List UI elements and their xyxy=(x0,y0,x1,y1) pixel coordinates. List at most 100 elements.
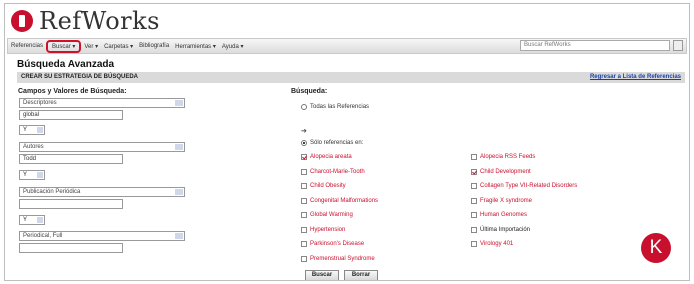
menu-folders-label: Carpetas xyxy=(104,43,129,50)
folder-label: Parkinson's Disease xyxy=(310,241,365,247)
operator-select-3-value: Y xyxy=(23,217,28,223)
field-select-1-value: Descriptores xyxy=(23,100,57,106)
chevron-down-icon xyxy=(175,233,183,239)
chevron-down-icon xyxy=(175,189,183,195)
menu-bar: Referencias Buscar ▾ Ver ▾ Carpetas ▾ Bi… xyxy=(7,38,687,54)
refworks-window: RefWorks Referencias Buscar ▾ Ver ▾ Carp… xyxy=(4,3,690,281)
strategy-label: CREAR SU ESTRATEGIA DE BÚSQUEDA xyxy=(21,74,139,80)
field-select-2-value: Autores xyxy=(23,144,44,150)
search-button[interactable]: Buscar xyxy=(305,270,339,280)
return-to-list-link[interactable]: Regresar a Lista de Referencias xyxy=(590,72,681,83)
field-select-2[interactable]: Autores xyxy=(19,142,185,152)
folder-item[interactable]: Virology 401 xyxy=(471,241,513,247)
folder-label: Virology 401 xyxy=(480,241,514,247)
arrow-icon: ➔ xyxy=(301,128,307,135)
menu-bibliography[interactable]: Bibliografía xyxy=(136,43,172,49)
menu-search-label: Buscar xyxy=(52,43,71,50)
folder-checkbox[interactable] xyxy=(471,183,477,189)
operator-select-1[interactable]: Y xyxy=(19,125,45,135)
chevron-down-icon xyxy=(37,217,43,223)
value-input-3[interactable] xyxy=(19,199,123,209)
menu-search[interactable]: Buscar ▾ xyxy=(45,39,82,53)
refworks-logo-icon xyxy=(11,10,33,32)
page-title: Búsqueda Avanzada xyxy=(17,59,115,70)
operator-select-1-value: Y xyxy=(23,127,28,133)
radio-all-label: Todas las Referencias xyxy=(310,104,370,110)
field-select-4-value: Periodical, Full xyxy=(23,233,63,239)
field-select-1[interactable]: Descriptores xyxy=(19,98,185,108)
folder-checkbox[interactable] xyxy=(301,226,307,233)
value-input-1[interactable]: global xyxy=(19,110,123,120)
folder-label: Última Importación xyxy=(480,226,531,233)
folder-label: Child Obesity xyxy=(310,183,346,189)
folder-checkbox[interactable] xyxy=(301,241,307,247)
folder-checkbox[interactable] xyxy=(301,255,307,262)
chevron-down-icon xyxy=(175,144,183,150)
operator-select-3[interactable]: Y xyxy=(19,215,45,225)
clear-button[interactable]: Borrar xyxy=(344,270,378,280)
menu-help[interactable]: Ayuda ▾ xyxy=(219,43,247,50)
folder-checkbox[interactable] xyxy=(301,197,307,204)
folder-item[interactable]: Human Genomes xyxy=(471,212,527,218)
folder-checkbox[interactable] xyxy=(471,226,477,233)
value-input-4[interactable] xyxy=(19,243,123,253)
folder-label: Charcot-Marie-Tooth xyxy=(310,168,365,175)
field-select-3-value: Publicación Periódica xyxy=(23,189,81,195)
field-select-4[interactable]: Periodical, Full xyxy=(19,231,185,241)
operator-select-2-value: Y xyxy=(23,172,28,178)
menu-view[interactable]: Ver ▾ xyxy=(81,43,101,50)
fields-heading: Campos y Valores de Búsqueda: xyxy=(18,88,127,95)
folder-item[interactable]: Última Importación xyxy=(471,226,531,233)
logo[interactable]: RefWorks xyxy=(11,6,160,36)
folder-item[interactable]: Alopecia areata xyxy=(301,154,352,160)
folder-checkbox[interactable] xyxy=(471,168,477,175)
folder-item[interactable]: Charcot-Marie-Tooth xyxy=(301,168,365,175)
radio-only-folders[interactable]: Sólo referencias en: xyxy=(301,140,363,146)
menu-tools-label: Herramientas xyxy=(175,43,212,50)
folder-label: Alopecia areata xyxy=(310,154,352,160)
folder-label: Premenstrual Syndrome xyxy=(310,255,375,262)
folder-item[interactable]: Child Development xyxy=(471,168,531,175)
folder-checkbox[interactable] xyxy=(301,183,307,189)
menu-references[interactable]: Referencias xyxy=(8,43,46,49)
folder-item[interactable]: Collagen Type VII-Related Disorders xyxy=(471,183,577,189)
chevron-down-icon xyxy=(37,172,43,178)
field-select-3[interactable]: Publicación Periódica xyxy=(19,187,185,197)
folder-checkbox[interactable] xyxy=(471,197,477,204)
menu-folders[interactable]: Carpetas ▾ xyxy=(101,43,136,50)
folder-item[interactable]: Premenstrual Syndrome xyxy=(301,255,375,262)
folder-item[interactable]: Congenital Malformations xyxy=(301,197,379,204)
folder-label: Fragile X syndrome xyxy=(480,197,533,204)
radio-all-references[interactable]: Todas las Referencias xyxy=(301,104,369,110)
radio-button[interactable] xyxy=(301,104,307,110)
folder-item[interactable]: Child Obesity xyxy=(301,183,346,189)
folder-item[interactable]: Hypertension xyxy=(301,226,346,233)
menu-help-label: Ayuda xyxy=(221,43,239,50)
chevron-down-icon xyxy=(37,127,43,133)
quick-search-go-button[interactable] xyxy=(673,40,683,51)
folder-item[interactable]: Alopecia RSS Feeds xyxy=(471,154,535,160)
folder-label: Human Genomes xyxy=(480,212,528,218)
folder-checkbox[interactable] xyxy=(471,154,477,160)
folder-item[interactable]: Parkinson's Disease xyxy=(301,241,364,247)
folder-checkbox[interactable] xyxy=(301,212,307,218)
logo-text: RefWorks xyxy=(39,7,160,35)
folder-label: Alopecia RSS Feeds xyxy=(480,154,536,160)
folder-item[interactable]: Fragile X syndrome xyxy=(471,197,533,204)
folder-label: Global Warming xyxy=(310,212,353,218)
folder-item[interactable]: Global Warming xyxy=(301,212,353,218)
folder-label: Congenital Malformations xyxy=(310,197,379,204)
folder-checkbox[interactable] xyxy=(301,168,307,175)
folder-checkbox[interactable] xyxy=(471,212,477,218)
quick-search-input[interactable]: Buscar RefWorks xyxy=(520,40,670,51)
radio-button[interactable] xyxy=(301,140,307,146)
folder-checkbox[interactable] xyxy=(471,241,477,247)
folder-checkbox[interactable] xyxy=(301,154,307,160)
folder-label: Collagen Type VII-Related Disorders xyxy=(480,183,578,189)
operator-select-2[interactable]: Y xyxy=(19,170,45,180)
folder-label: Hypertension xyxy=(310,226,346,233)
chevron-down-icon xyxy=(175,100,183,106)
value-input-2[interactable]: Todd xyxy=(19,154,123,164)
menu-tools[interactable]: Herramientas ▾ xyxy=(172,43,219,50)
strategy-bar: CREAR SU ESTRATEGIA DE BÚSQUEDA Regresar… xyxy=(17,72,685,83)
